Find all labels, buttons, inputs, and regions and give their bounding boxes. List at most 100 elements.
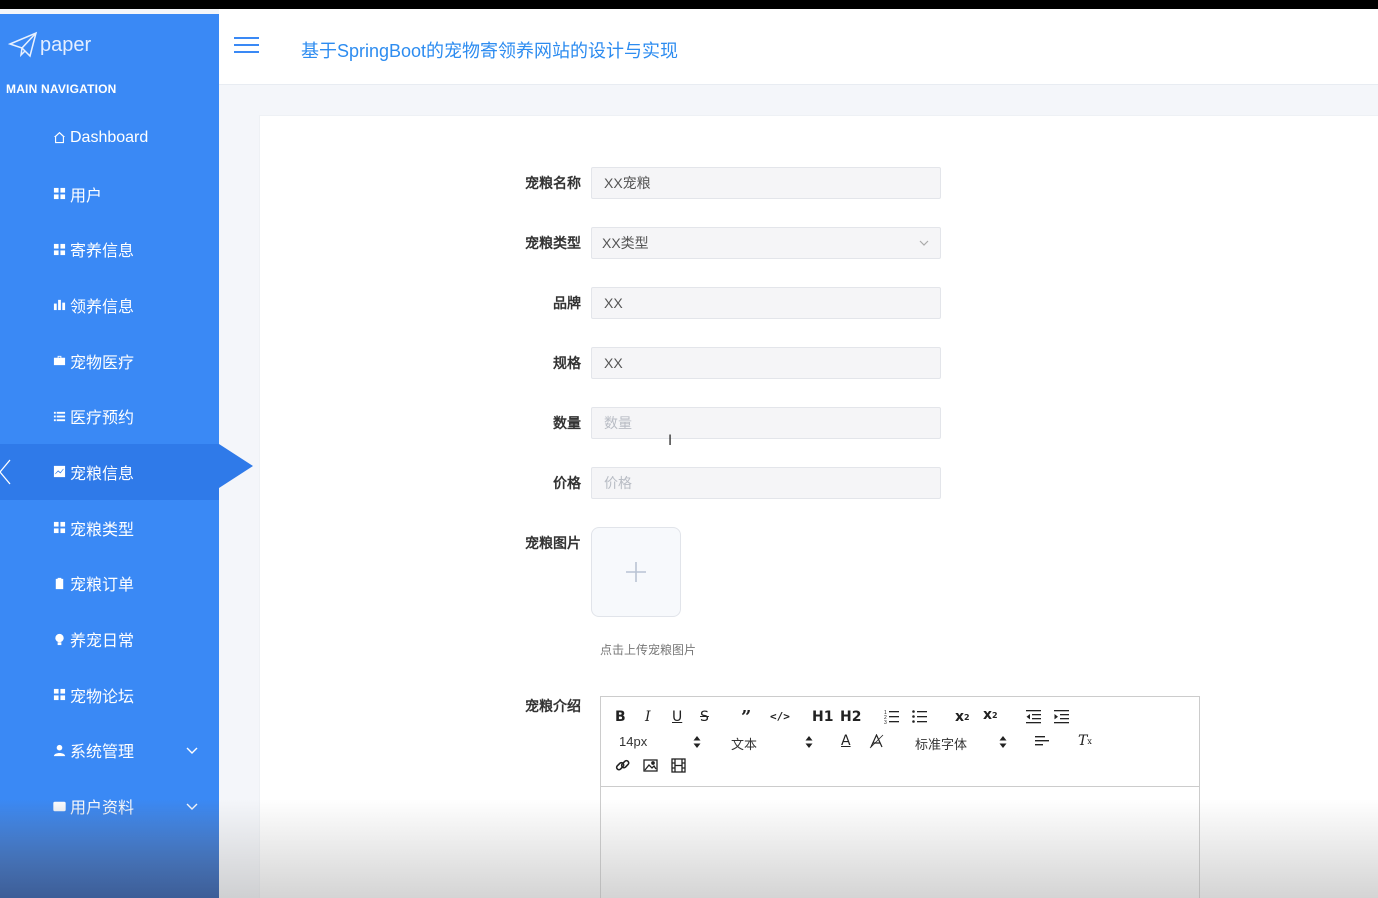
type-label: 宠粮类型 — [525, 235, 581, 251]
font-size-select[interactable]: 14px — [619, 734, 703, 749]
sidebar-item-pet-food-order[interactable]: 宠粮订单 — [0, 556, 219, 612]
card-icon — [53, 800, 66, 813]
sidebar-item-adoption-info[interactable]: 领养信息 — [0, 277, 219, 333]
image-icon[interactable] — [643, 758, 658, 773]
outdent-icon[interactable] — [1026, 709, 1041, 724]
rich-text-editor: B I U S ” </> H1 H2 123 x2 x2 14px 文本 A … — [600, 696, 1200, 898]
home-icon — [53, 131, 66, 144]
image-upload-button[interactable] — [591, 527, 681, 617]
sidebar: paper MAIN NAVIGATION Dashboard 用户 寄养信息 … — [0, 14, 253, 898]
main-navigation-label: MAIN NAVIGATION — [6, 82, 117, 96]
form-row-spec: 规格 XX — [260, 347, 1260, 379]
image-label: 宠粮图片 — [525, 535, 581, 551]
name-input[interactable]: XX宠粮 — [591, 167, 941, 199]
underline-icon[interactable]: U — [672, 709, 682, 725]
sidebar-item-label: 宠粮类型 — [70, 521, 135, 539]
text-cursor-icon: I — [668, 433, 673, 449]
brand-input[interactable]: XX — [591, 287, 941, 319]
chevron-down-icon — [919, 240, 929, 246]
sidebar-item-label: 医疗预约 — [70, 410, 135, 428]
sidebar-item-label: 宠粮订单 — [70, 577, 135, 595]
sidebar-item-label: 领养信息 — [70, 298, 135, 316]
indent-icon[interactable] — [1054, 709, 1069, 724]
top-header: 基于SpringBoot的宠物寄领养网站的设计与实现 — [219, 9, 1378, 85]
blockquote-icon[interactable]: ” — [741, 707, 751, 728]
sidebar-item-label: Dashboard — [70, 128, 149, 146]
sidebar-item-label: 宠粮信息 — [70, 465, 135, 483]
subscript-icon[interactable]: x2 — [955, 709, 970, 725]
sidebar-item-foster-info[interactable]: 寄养信息 — [0, 221, 219, 277]
svg-text:3: 3 — [884, 720, 887, 724]
chevron-down-icon[interactable] — [185, 743, 199, 757]
line-chart-icon — [53, 465, 66, 478]
quantity-label: 数量 — [553, 415, 581, 431]
grid-icon — [53, 521, 66, 534]
content-card: 宠粮名称 XX宠粮 宠粮类型 XX类型 品牌 XX 规格 XX 数量 数量 I … — [259, 115, 1378, 898]
form-row-quantity: 数量 数量 — [260, 407, 1260, 439]
editor-body[interactable] — [601, 787, 1199, 898]
logo[interactable]: paper — [8, 28, 91, 62]
brand-label: 品牌 — [553, 295, 581, 311]
background-color-icon[interactable] — [869, 734, 884, 749]
link-icon[interactable] — [615, 758, 630, 773]
menu-toggle-icon[interactable] — [234, 37, 259, 57]
italic-icon[interactable]: I — [645, 709, 651, 725]
bulb-icon — [53, 633, 66, 646]
form-row-type: 宠粮类型 XX类型 — [260, 227, 1260, 259]
spec-label: 规格 — [553, 355, 581, 371]
grid-icon — [53, 243, 66, 256]
strikethrough-icon[interactable]: S — [700, 709, 709, 725]
bar-chart-icon — [53, 298, 66, 311]
bold-icon[interactable]: B — [615, 709, 626, 725]
ordered-list-icon[interactable]: 123 — [884, 709, 899, 724]
quantity-input[interactable]: 数量 — [591, 407, 941, 439]
sidebar-item-label: 宠物医疗 — [70, 354, 135, 372]
paper-plane-icon — [8, 31, 38, 58]
superscript-icon[interactable]: x2 — [983, 707, 998, 723]
clipboard-icon — [53, 577, 66, 590]
sidebar-item-dashboard[interactable]: Dashboard — [0, 110, 219, 166]
sidebar-item-label: 用户 — [70, 187, 103, 205]
sidebar-menu: Dashboard 用户 寄养信息 领养信息 宠物医疗 医疗预约 宠粮信息 宠粮… — [0, 110, 253, 834]
name-label: 宠粮名称 — [525, 175, 581, 191]
editor-toolbar: B I U S ” </> H1 H2 123 x2 x2 14px 文本 A … — [601, 697, 1199, 787]
type-select[interactable]: XX类型 — [591, 227, 941, 259]
page-title: 基于SpringBoot的宠物寄领养网站的设计与实现 — [301, 41, 679, 61]
align-left-icon[interactable] — [1035, 734, 1050, 749]
type-select-value: XX类型 — [602, 235, 649, 251]
bullet-list-icon[interactable] — [912, 709, 927, 724]
user-icon — [53, 744, 66, 757]
font-family-select[interactable]: 标准字体 — [915, 734, 1009, 753]
heading-2-icon[interactable]: H2 — [840, 709, 861, 725]
sidebar-item-users[interactable]: 用户 — [0, 166, 219, 222]
sidebar-item-pet-medical[interactable]: 宠物医疗 — [0, 333, 219, 389]
video-icon[interactable] — [671, 758, 686, 773]
sidebar-item-label: 寄养信息 — [70, 243, 135, 261]
sidebar-item-pet-daily[interactable]: 养宠日常 — [0, 611, 219, 667]
app-window: paper MAIN NAVIGATION Dashboard 用户 寄养信息 … — [0, 9, 1378, 898]
clear-format-icon[interactable]: Tx — [1078, 733, 1092, 749]
plus-icon — [626, 562, 646, 582]
text-color-icon[interactable]: A — [841, 733, 851, 749]
sidebar-item-user-profile[interactable]: 用户资料 — [0, 778, 219, 834]
code-block-icon[interactable]: </> — [770, 710, 790, 723]
sidebar-item-pet-forum[interactable]: 宠物论坛 — [0, 667, 219, 723]
price-label: 价格 — [553, 475, 581, 491]
paragraph-select[interactable]: 文本 — [731, 734, 815, 753]
sidebar-item-label: 宠物论坛 — [70, 688, 135, 706]
price-input[interactable]: 价格 — [591, 467, 941, 499]
spec-input[interactable]: XX — [591, 347, 941, 379]
sidebar-item-label: 养宠日常 — [70, 633, 135, 651]
chevron-down-icon[interactable] — [185, 799, 199, 813]
form-row-name: 宠粮名称 XX宠粮 — [260, 167, 1260, 199]
sidebar-item-system-management[interactable]: 系统管理 — [0, 723, 219, 779]
screen-top-bar — [0, 0, 1378, 9]
form-row-price: 价格 价格 — [260, 467, 1260, 499]
form-row-image: 宠粮图片 — [260, 527, 1260, 617]
grid-icon — [53, 688, 66, 701]
upload-hint: 点击上传宠粮图片 — [600, 643, 697, 657]
sidebar-item-medical-appointment[interactable]: 医疗预约 — [0, 388, 219, 444]
sidebar-item-pet-food-type[interactable]: 宠粮类型 — [0, 500, 219, 556]
sidebar-item-pet-food-info[interactable]: 宠粮信息 — [0, 444, 253, 500]
heading-1-icon[interactable]: H1 — [812, 709, 833, 725]
